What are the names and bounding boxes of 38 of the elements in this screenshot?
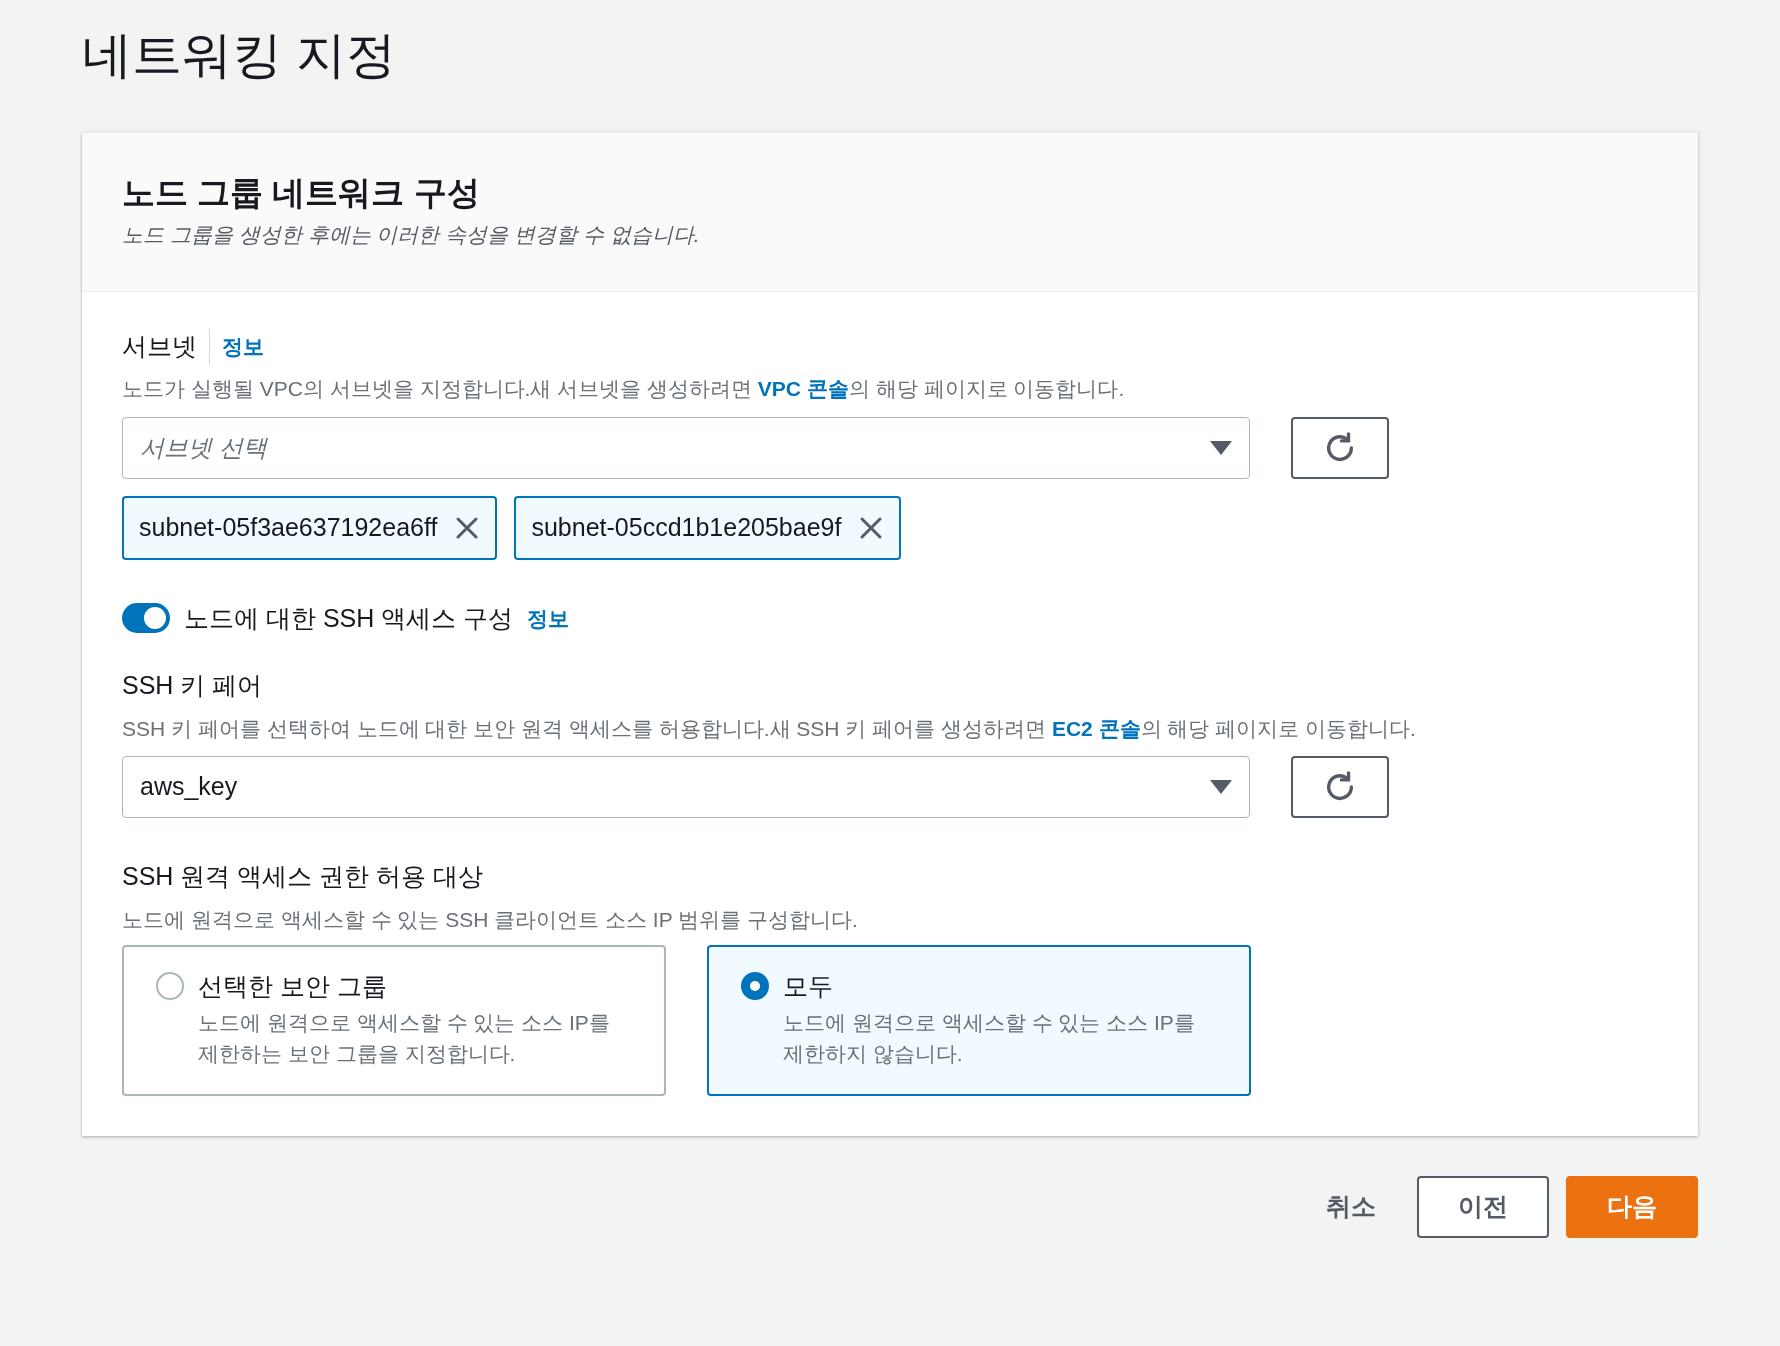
toggle-switch[interactable] bbox=[122, 603, 170, 634]
key-pair-select[interactable]: aws_key bbox=[122, 756, 1250, 818]
caret-down-icon bbox=[1210, 780, 1232, 794]
radio-button[interactable] bbox=[156, 972, 184, 1000]
field-description: SSH 키 페어를 선택하여 노드에 대한 보안 원격 액세스를 허용합니다.새 SSH 키 페어를 생성하려면 EC2 콘솔의 해당 페이지로 이동합니다. bbox=[122, 715, 1417, 742]
radio-option-card[interactable]: 선택한 보안 그룹 노드에 원격으로 액세스할 수 있는 소스 IP를 제한하는 보안 그룹을 지정합니다. bbox=[122, 945, 666, 1096]
cancel-link[interactable]: 취소 bbox=[1302, 1176, 1400, 1238]
subnet-select[interactable]: 서브넷 선택 bbox=[122, 416, 1250, 479]
toggle-label: 노드에 대한 SSH 액세스 구성 bbox=[184, 602, 514, 634]
field-description: 노드에 원격으로 액세스할 수 있는 SSH 클라이언트 소스 IP 범위를 구성합니다. bbox=[122, 906, 859, 933]
field-label: SSH 키 페어 bbox=[122, 670, 264, 701]
secondary-button[interactable]: 이전 bbox=[1417, 1176, 1549, 1238]
console-link[interactable]: EC2 콘솔 bbox=[1051, 716, 1141, 740]
page-title: 네트워킹 지정 bbox=[82, 26, 397, 85]
info-link[interactable]: 정보 bbox=[210, 330, 264, 362]
panel-description: 노드 그룹을 생성한 후에는 이러한 속성을 변경할 수 없습니다. bbox=[122, 222, 701, 248]
option-description: 노드에 원격으로 액세스할 수 있는 소스 IP를 제한하지 않습니다. bbox=[783, 1010, 1196, 1067]
close-icon[interactable] bbox=[859, 515, 884, 540]
panel-title: 노드 그룹 네트워크 구성 bbox=[122, 173, 481, 213]
option-title: 모두 bbox=[783, 971, 834, 1002]
radio-button[interactable] bbox=[741, 972, 769, 1000]
refresh-button[interactable] bbox=[1291, 416, 1389, 479]
field-label: 서브넷 bbox=[122, 327, 210, 365]
option-description: 노드에 원격으로 액세스할 수 있는 소스 IP를 제한하는 보안 그룹을 지정합니다. bbox=[198, 1010, 611, 1067]
caret-down-icon bbox=[1210, 440, 1232, 455]
select-value: aws_key bbox=[140, 771, 238, 803]
field-label: SSH 원격 액세스 권한 허용 대상 bbox=[122, 861, 485, 892]
option-title: 선택한 보안 그룹 bbox=[198, 971, 388, 1002]
info-link[interactable]: 정보 bbox=[527, 602, 570, 634]
token-label: subnet-05f3ae637192ea6ff bbox=[139, 511, 438, 543]
refresh-button[interactable] bbox=[1291, 756, 1389, 818]
token-label: subnet-05ccd1b1e205bae9f bbox=[531, 511, 842, 543]
console-link[interactable]: VPC 콘솔 bbox=[757, 377, 849, 400]
close-icon[interactable] bbox=[455, 515, 480, 540]
radio-option-card[interactable]: 모두 노드에 원격으로 액세스할 수 있는 소스 IP를 제한하지 않습니다. bbox=[707, 945, 1251, 1096]
field-description: 노드가 실행될 VPC의 서브넷을 지정합니다.새 서브넷을 생성하려면 VPC 콘솔의 해당 페이지로 이동합니다. bbox=[122, 376, 1126, 402]
primary-button[interactable]: 다음 bbox=[1566, 1176, 1698, 1238]
select-placeholder: 서브넷 선택 bbox=[140, 432, 267, 463]
